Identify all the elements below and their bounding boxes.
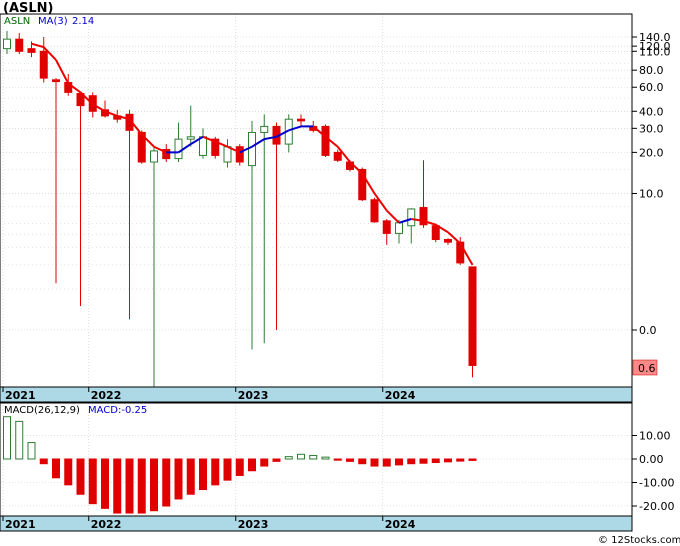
- candle-body: [39, 50, 48, 79]
- macd-bar: [346, 458, 354, 462]
- macd-bar: [235, 458, 244, 476]
- macd-bar: [370, 458, 379, 467]
- macd-bar: [358, 458, 367, 465]
- macd-tick-label: -20.00: [639, 500, 674, 513]
- price-panel: 140.0120.0110.080.060.040.030.020.010.00…: [0, 13, 671, 396]
- macd-bar: [125, 458, 134, 514]
- macd-bar: [248, 458, 256, 472]
- price-tick-label: 110.0: [639, 45, 671, 58]
- macd-x-label: 2022: [91, 518, 122, 531]
- candle-body: [52, 79, 60, 83]
- macd-x-label: 2023: [238, 518, 269, 531]
- macd-bar: [211, 458, 220, 486]
- macd-bar: [382, 458, 391, 467]
- candle-body: [370, 199, 379, 223]
- macd-bar: [137, 458, 146, 514]
- macd-bar: [260, 458, 269, 467]
- last-price-label: 0.6: [638, 362, 656, 375]
- candle-body: [248, 131, 256, 167]
- macd-tick-label: 0.00: [639, 453, 664, 466]
- macd-bars: [3, 416, 477, 514]
- price-tick-label: 30.0: [639, 122, 664, 135]
- candle-body: [444, 239, 452, 243]
- candle-body: [321, 125, 330, 156]
- macd-bar: [113, 458, 122, 514]
- macd-bar: [468, 458, 477, 461]
- macd-bar: [272, 458, 281, 462]
- candle-body: [27, 48, 36, 53]
- candle-body: [235, 146, 244, 163]
- price-tick-label: 80.0: [639, 64, 664, 77]
- price-grid: [0, 14, 632, 387]
- candle-body: [260, 125, 269, 133]
- macd-bar: [309, 454, 318, 460]
- macd-panel: 10.00 0.00 -10.00 -20.00 MACD(26,12,9) MACD…: [0, 402, 674, 517]
- price-y-axis: 140.0120.0110.080.060.040.030.020.010.00…: [632, 31, 671, 337]
- candles: [3, 30, 477, 396]
- macd-bar: [395, 458, 403, 466]
- macd-bar: [431, 458, 440, 464]
- macd-legend-value: MACD:-0.25: [88, 405, 147, 416]
- candle-body: [223, 146, 232, 163]
- ma3-segment: [31, 42, 45, 49]
- candle-body: [431, 225, 440, 241]
- candle-body: [333, 151, 342, 161]
- macd-bar: [162, 458, 171, 507]
- price-tick-label: 10.0: [639, 187, 664, 200]
- macd-bar: [39, 458, 48, 465]
- macd-bar: [321, 456, 330, 460]
- candle-body: [468, 266, 477, 366]
- watermark: © 12Stocks.com: [598, 535, 680, 546]
- candle-body: [382, 220, 391, 234]
- macd-bar: [64, 458, 73, 486]
- macd-x-label: 2021: [5, 518, 36, 531]
- macd-bar: [419, 458, 428, 464]
- price-tick-label: 60.0: [639, 81, 664, 94]
- candle-body: [297, 118, 305, 122]
- candle-body: [3, 38, 11, 50]
- price-x-label: 2022: [91, 389, 122, 402]
- macd-y-axis: 10.00 0.00 -10.00 -20.00: [632, 430, 674, 513]
- macd-bar: [456, 458, 465, 462]
- macd-tick-label: -10.00: [639, 477, 674, 490]
- macd-legend-label: MACD(26,12,9): [4, 405, 80, 416]
- macd-bar: [3, 416, 11, 460]
- price-tick-label: 0.0: [639, 324, 657, 337]
- price-x-label: 2023: [238, 389, 269, 402]
- macd-bar: [199, 458, 207, 491]
- macd-bar: [15, 420, 24, 460]
- price-tick-label: 20.0: [639, 146, 664, 159]
- candle-body: [15, 38, 24, 52]
- candle-body: [174, 138, 183, 160]
- macd-bar: [407, 458, 416, 465]
- macd-bar: [284, 456, 293, 460]
- price-x-label: 2024: [385, 389, 416, 402]
- macd-bar: [76, 458, 85, 495]
- macd-x-label: 2024: [385, 518, 416, 531]
- price-x-label: 2021: [5, 389, 36, 402]
- chart-canvas: (ASLN) 140.0120.0110.080.060.040.030.020…: [0, 1, 680, 546]
- candle-body: [150, 150, 158, 163]
- macd-bar: [101, 458, 109, 509]
- macd-bar: [297, 453, 305, 460]
- legend-ma-label: MA(3): [38, 16, 68, 27]
- price-tick-label: 40.0: [639, 105, 664, 118]
- candle-body: [395, 222, 403, 234]
- macd-bar: [186, 458, 195, 495]
- macd-bar: [223, 458, 232, 481]
- macd-bar: [52, 458, 60, 479]
- macd-bar: [333, 458, 342, 461]
- legend-ma-value: 2.14: [72, 16, 94, 27]
- macd-bar: [150, 458, 158, 512]
- macd-bar: [88, 458, 97, 505]
- macd-bar: [174, 458, 183, 500]
- macd-bar: [444, 458, 452, 463]
- candle-body: [199, 136, 207, 156]
- candle-body: [407, 208, 416, 227]
- candle-body: [186, 136, 195, 140]
- macd-bar: [27, 442, 36, 460]
- macd-tick-label: 10.00: [639, 430, 671, 443]
- legend-symbol: ASLN: [4, 16, 30, 27]
